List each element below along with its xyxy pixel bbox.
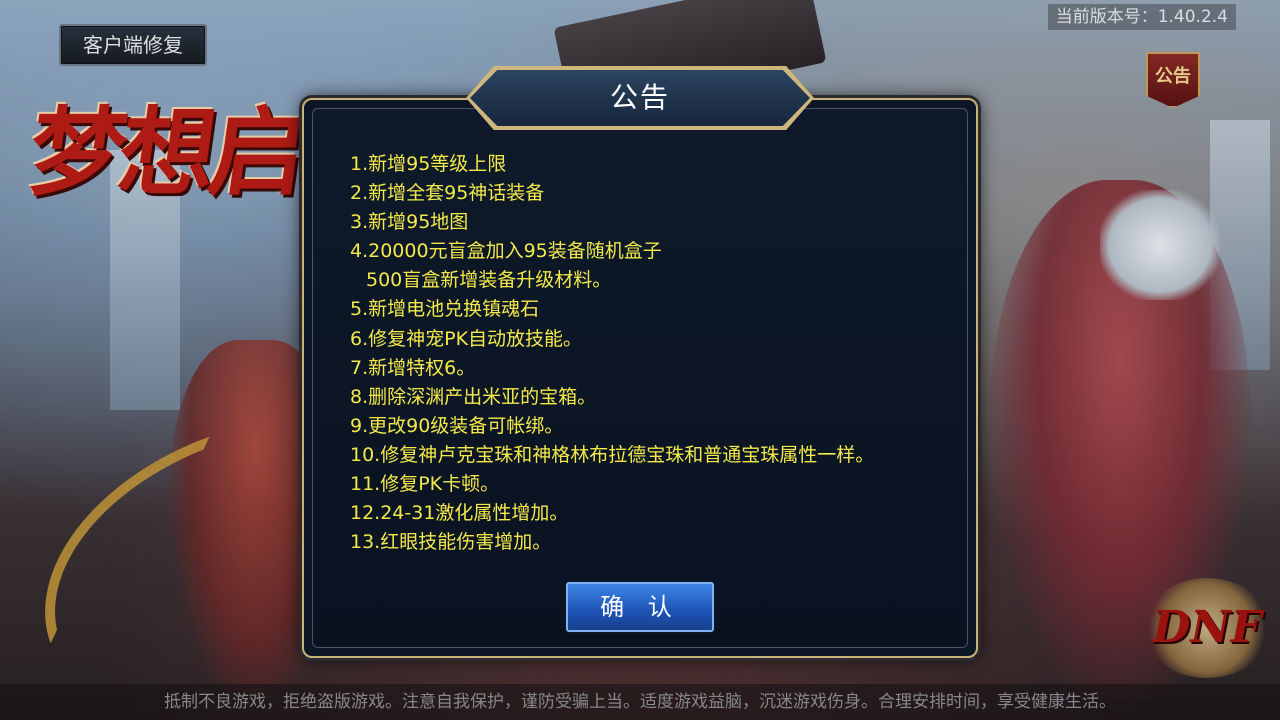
confirm-button[interactable]: 确 认: [566, 582, 714, 632]
notice-line: 5.新增电池兑换镇魂石: [350, 298, 540, 321]
notice-line: 500盲盒新增装备升级材料。: [366, 269, 612, 292]
notice-line: 10.修复神卢克宝珠和神格林布拉德宝珠和普通宝珠属性一样。: [350, 443, 875, 466]
notice-line: 13.红眼技能伤害增加。: [350, 531, 552, 554]
notice-line: 11.修复PK卡顿。: [350, 473, 500, 496]
dialog-title: 公告: [609, 81, 670, 114]
notice-line: 2.新增全套95神话装备: [350, 182, 545, 205]
notice-line: 6.修复神宠PK自动放技能。: [350, 327, 583, 350]
notice-line: 9.更改90级装备可帐绑。: [350, 414, 564, 437]
notice-line: 4.20000元盲盒加入95装备随机盒子: [350, 240, 662, 263]
notice-line: 1.新增95等级上限: [350, 153, 507, 175]
notice-content-list[interactable]: 1.新增95等级上限 2.新增全套95神话装备 3.新增95地图 4.20000…: [350, 150, 950, 568]
notice-line: 8.删除深渊产出米亚的宝箱。: [350, 385, 597, 408]
notice-line: 12.24-31激化属性增加。: [350, 502, 569, 525]
notice-line: 7.新增特权6。: [350, 356, 476, 379]
notice-line: 3.新增95地图: [350, 211, 469, 234]
